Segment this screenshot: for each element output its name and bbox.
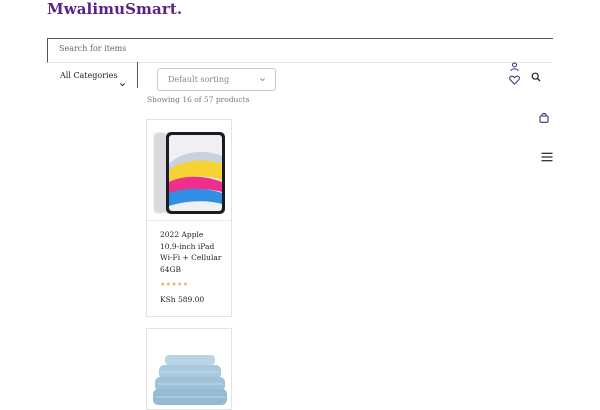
product-card[interactable]: [146, 328, 232, 410]
product-price: KSh 589.00: [160, 295, 205, 304]
product-image-bedsheets[interactable]: [151, 351, 229, 409]
user-icon[interactable]: [510, 62, 519, 72]
results-count: Showing 16 of 57 products: [147, 95, 250, 104]
sort-selected-value: Default sorting: [168, 75, 230, 84]
chevron-down-icon: [260, 78, 265, 82]
product-card[interactable]: 2022 Apple 10.9-inch iPad Wi-Fi + Cellul…: [146, 119, 232, 317]
search-bar: [47, 38, 553, 63]
site-logo[interactable]: MwalimuSmart.: [47, 0, 182, 18]
heart-icon[interactable]: [509, 75, 520, 85]
rating-stars: ★★★★★: [160, 281, 189, 288]
chevron-down-icon: [120, 83, 125, 87]
category-dropdown[interactable]: All Categories: [47, 62, 138, 88]
search-icon[interactable]: [531, 72, 541, 82]
card-divider: [147, 220, 231, 221]
search-input[interactable]: [59, 44, 459, 53]
product-image-ipad[interactable]: [153, 130, 225, 214]
sort-select[interactable]: Default sorting: [157, 68, 276, 91]
shopping-bag-icon[interactable]: [539, 112, 549, 123]
category-label: All Categories: [60, 71, 118, 80]
hamburger-menu-icon[interactable]: [541, 152, 553, 162]
product-title[interactable]: 2022 Apple 10.9-inch iPad Wi-Fi + Cellul…: [160, 229, 224, 275]
